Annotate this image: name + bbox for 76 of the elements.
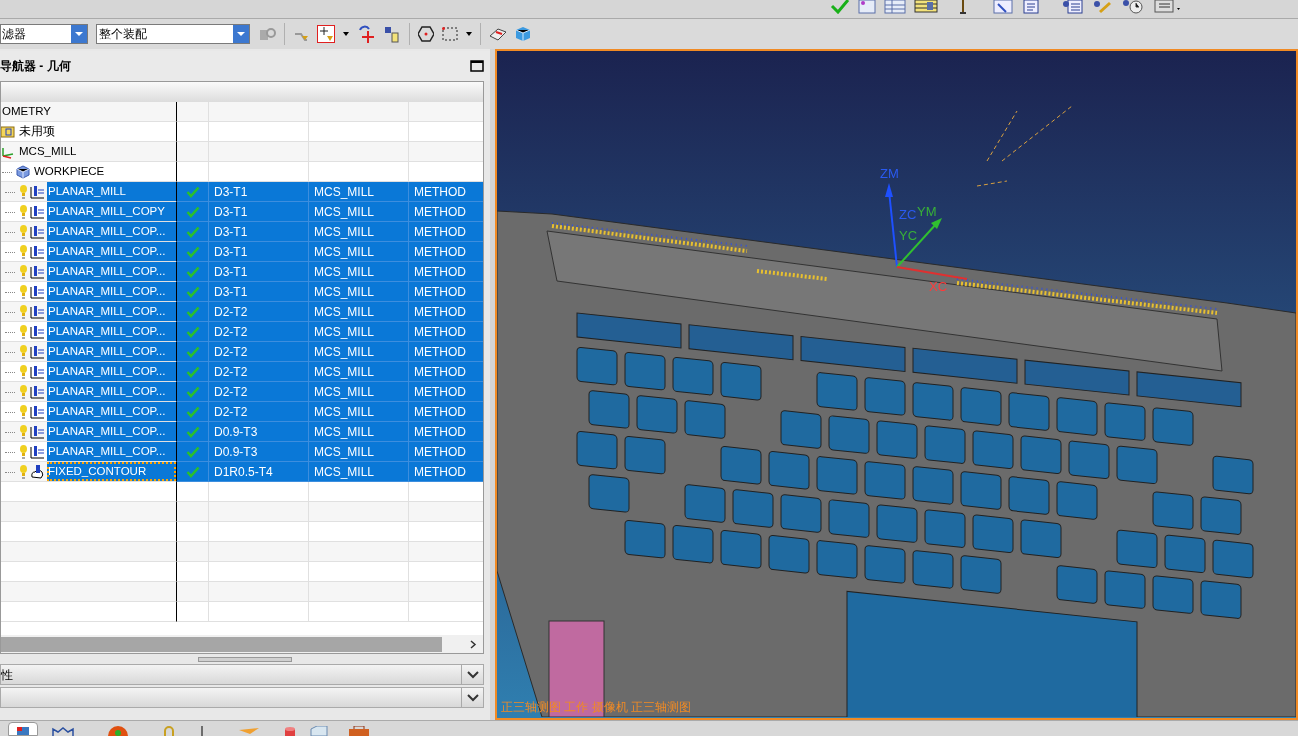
table-cell: METHOD bbox=[408, 242, 483, 262]
axis-label: XC bbox=[929, 279, 948, 294]
table-cell: METHOD bbox=[408, 442, 483, 462]
table-cell: D3-T1 bbox=[208, 182, 308, 202]
table-cell: D2-T2 bbox=[208, 302, 308, 322]
operation-name[interactable]: PLANAR_MILL_COP... bbox=[47, 342, 176, 361]
axis-label: ZM bbox=[880, 166, 899, 181]
table-cell: MCS_MILL bbox=[308, 302, 408, 322]
table-cell: D2-T2 bbox=[208, 342, 308, 362]
table-cell: METHOD bbox=[408, 322, 483, 342]
table-cell: D2-T2 bbox=[208, 382, 308, 402]
axis-label: YM bbox=[917, 204, 937, 219]
operation-name[interactable]: OMETRY bbox=[1, 102, 52, 121]
table-cell: D2-T2 bbox=[208, 402, 308, 422]
3d-viewport[interactable]: ZM ZCYM YC XC 正三轴测图 工作 摄像机 正三轴测图 bbox=[495, 49, 1298, 720]
section-label: 性 bbox=[1, 666, 13, 684]
table-cell: D1R0.5-T4 bbox=[208, 462, 308, 482]
table-cell: MCS_MILL bbox=[308, 222, 408, 242]
table-cell: MCS_MILL bbox=[308, 362, 408, 382]
table-cell: MCS_MILL bbox=[308, 462, 408, 482]
table-cell: D2-T2 bbox=[208, 362, 308, 382]
table-cell: METHOD bbox=[408, 422, 483, 442]
table-cell: D0.9-T3 bbox=[208, 442, 308, 462]
table-cell: METHOD bbox=[408, 202, 483, 222]
table-cell: MCS_MILL bbox=[308, 262, 408, 282]
axis-label: ZC bbox=[899, 207, 917, 222]
axis-label: YC bbox=[899, 228, 918, 243]
scope-dropdown[interactable]: 整个装配 bbox=[96, 24, 250, 44]
operation-name[interactable]: PLANAR_MILL_COP... bbox=[47, 302, 176, 321]
table-cell: D3-T1 bbox=[208, 202, 308, 222]
operation-name[interactable]: PLANAR_MILL_COP... bbox=[47, 262, 176, 281]
filter-dropdown[interactable]: 滤器 bbox=[0, 24, 88, 44]
table-cell: MCS_MILL bbox=[308, 402, 408, 422]
table-cell: D3-T1 bbox=[208, 242, 308, 262]
section-header[interactable]: 性 bbox=[0, 664, 484, 685]
table-cell: MCS_MILL bbox=[308, 342, 408, 362]
operation-name[interactable]: PLANAR_MILL_COP... bbox=[47, 362, 176, 381]
operation-name[interactable]: PLANAR_MILL bbox=[47, 182, 176, 201]
view-label: 正三轴测图 工作 摄像机 正三轴测图 bbox=[501, 699, 691, 716]
table-cell: MCS_MILL bbox=[308, 382, 408, 402]
table-cell: D3-T1 bbox=[208, 282, 308, 302]
table-cell: METHOD bbox=[408, 282, 483, 302]
table-cell: MCS_MILL bbox=[308, 202, 408, 222]
operation-name[interactable]: PLANAR_MILL_COPY bbox=[47, 202, 176, 221]
operation-name[interactable]: PLANAR_MILL_COP... bbox=[47, 422, 176, 441]
table-cell: METHOD bbox=[408, 462, 483, 482]
table-cell: METHOD bbox=[408, 402, 483, 422]
table-cell: METHOD bbox=[408, 342, 483, 362]
table-cell: D3-T1 bbox=[208, 262, 308, 282]
operation-name[interactable]: MCS_MILL bbox=[18, 142, 78, 161]
table-cell: METHOD bbox=[408, 182, 483, 202]
table-cell: METHOD bbox=[408, 362, 483, 382]
operation-name[interactable]: PLANAR_MILL_COP... bbox=[47, 242, 176, 261]
operation-name[interactable]: 未用项 bbox=[18, 122, 56, 141]
operation-name[interactable]: PLANAR_MILL_COP... bbox=[47, 222, 176, 241]
table-cell: MCS_MILL bbox=[308, 322, 408, 342]
table-cell: MCS_MILL bbox=[308, 442, 408, 462]
table-cell: MCS_MILL bbox=[308, 242, 408, 262]
operation-name[interactable]: WORKPIECE bbox=[33, 162, 106, 181]
operation-name[interactable]: PLANAR_MILL_COP... bbox=[47, 322, 176, 341]
operation-name[interactable]: PLANAR_MILL_COP... bbox=[47, 282, 176, 301]
operation-name[interactable]: FIXED_CONTOUR bbox=[47, 462, 176, 481]
table-cell: D0.9-T3 bbox=[208, 422, 308, 442]
operation-name[interactable]: PLANAR_MILL_COP... bbox=[47, 402, 176, 421]
table-cell: METHOD bbox=[408, 302, 483, 322]
operation-name[interactable]: PLANAR_MILL_COP... bbox=[47, 382, 176, 401]
table-cell: METHOD bbox=[408, 262, 483, 282]
table-cell: D2-T2 bbox=[208, 322, 308, 342]
table-cell: D3-T1 bbox=[208, 222, 308, 242]
navigator-title: 导航器 - 几何 bbox=[0, 58, 71, 75]
table-cell: METHOD bbox=[408, 382, 483, 402]
table-cell: MCS_MILL bbox=[308, 422, 408, 442]
table-cell: MCS_MILL bbox=[308, 182, 408, 202]
operation-name[interactable]: PLANAR_MILL_COP... bbox=[47, 442, 176, 461]
table-cell: MCS_MILL bbox=[308, 282, 408, 302]
table-cell: METHOD bbox=[408, 222, 483, 242]
